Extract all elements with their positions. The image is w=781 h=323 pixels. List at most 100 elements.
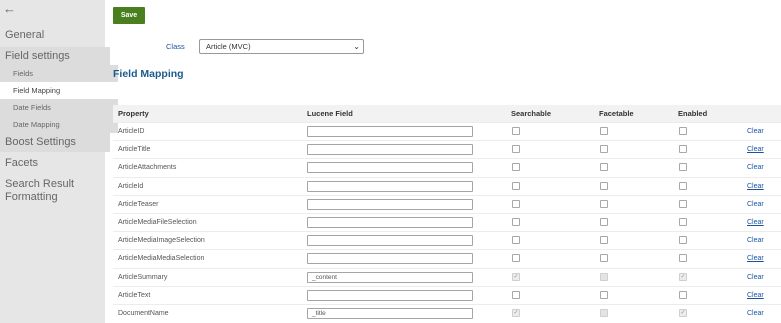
table-row: ArticleSummary _content ✓ ✓ Clear — [113, 267, 781, 286]
facetable-checkbox[interactable] — [600, 181, 608, 190]
clear-link[interactable]: Clear — [747, 201, 764, 208]
table-row: ArticleMediaMediaSelection Clear — [113, 249, 781, 267]
searchable-checkbox[interactable] — [512, 181, 520, 190]
facetable-checkbox[interactable] — [600, 309, 608, 317]
facetable-checkbox[interactable] — [600, 290, 608, 299]
searchable-checkbox[interactable] — [512, 199, 520, 208]
clear-link[interactable]: Clear — [747, 255, 764, 262]
enabled-checkbox[interactable]: ✓ — [679, 309, 687, 317]
facetable-checkbox[interactable] — [600, 254, 608, 263]
facetable-checkbox[interactable] — [600, 127, 608, 135]
lucene-field-input[interactable] — [307, 289, 473, 301]
lucene-field-input[interactable] — [307, 253, 473, 265]
table-row: DocumentName _title ✓ ✓ Clear — [113, 304, 781, 322]
searchable-checkbox[interactable] — [512, 218, 520, 226]
enabled-checkbox[interactable]: ✓ — [679, 272, 687, 281]
property-name: DocumentName — [118, 310, 169, 317]
sidebar-item-label: Boost Settings — [5, 136, 76, 148]
sidebar-item-label: Fields — [13, 69, 34, 78]
table-row: ArticleMediaImageSelection Clear — [113, 231, 781, 249]
save-button[interactable]: Save — [113, 7, 145, 24]
clear-link[interactable]: Clear — [747, 164, 764, 171]
lucene-field-input[interactable] — [307, 162, 473, 174]
sidebar-item-label: General — [5, 29, 45, 41]
clear-link[interactable]: Clear — [747, 146, 764, 153]
sidebar-item-date-fields[interactable]: Date Fields — [0, 99, 118, 116]
sidebar-item-fields[interactable]: Fields — [0, 65, 118, 82]
back-arrow-icon[interactable]: ← — [3, 2, 17, 15]
enabled-checkbox[interactable] — [679, 254, 687, 263]
facetable-checkbox[interactable] — [600, 199, 608, 208]
facetable-checkbox[interactable] — [600, 236, 608, 245]
table-row: ArticleMediaFileSelection Clear — [113, 213, 781, 231]
sidebar-item-label: Field Mapping — [13, 86, 61, 95]
searchable-checkbox[interactable]: ✓ — [512, 272, 520, 281]
sidebar-item-field-mapping[interactable]: Field Mapping — [0, 82, 118, 99]
sidebar-item-boost-settings[interactable]: Boost Settings — [0, 133, 110, 152]
table-row: ArticleID Clear — [113, 122, 781, 140]
clear-link[interactable]: Clear — [747, 183, 764, 190]
property-name: ArticleMediaFileSelection — [118, 219, 197, 226]
facetable-checkbox[interactable] — [600, 145, 608, 154]
facetable-checkbox[interactable] — [600, 218, 608, 226]
searchable-checkbox[interactable]: ✓ — [512, 309, 520, 317]
checkmark-icon: ✓ — [513, 273, 519, 280]
enabled-checkbox[interactable] — [679, 181, 687, 190]
searchable-checkbox[interactable] — [512, 236, 520, 245]
searchable-checkbox[interactable] — [512, 254, 520, 263]
clear-link[interactable]: Clear — [747, 219, 764, 226]
enabled-checkbox[interactable] — [679, 236, 687, 245]
class-select-value: Article (MVC) — [206, 42, 251, 51]
facetable-checkbox[interactable] — [600, 272, 608, 281]
property-name: ArticleTitle — [118, 146, 151, 154]
lucene-field-input[interactable] — [307, 198, 473, 210]
lucene-field-input[interactable] — [307, 180, 473, 192]
sidebar-item-date-mapping[interactable]: Date Mapping — [0, 116, 118, 133]
table-row: ArticleId Clear — [113, 176, 781, 195]
clear-link[interactable]: Clear — [747, 128, 764, 135]
searchable-checkbox[interactable] — [512, 145, 520, 154]
lucene-field-input[interactable] — [307, 144, 473, 156]
clear-link[interactable]: Clear — [747, 292, 764, 299]
property-name: ArticleAttachments — [118, 164, 177, 172]
sidebar-item-facets[interactable]: Facets — [0, 157, 110, 171]
table-row: ArticleTitle Clear — [113, 140, 781, 158]
sidebar-item-general[interactable]: General — [0, 29, 110, 43]
lucene-field-input[interactable] — [307, 217, 473, 228]
sidebar-item-label: Field settings — [5, 50, 70, 62]
header-property: Property — [118, 109, 149, 118]
enabled-checkbox[interactable] — [679, 127, 687, 135]
lucene-field-input[interactable] — [307, 126, 473, 137]
searchable-checkbox[interactable] — [512, 163, 520, 172]
header-facetable: Facetable — [599, 109, 634, 118]
enabled-checkbox[interactable] — [679, 218, 687, 226]
lucene-field-input[interactable] — [307, 235, 473, 247]
enabled-checkbox[interactable] — [679, 199, 687, 208]
checkmark-icon: ✓ — [680, 310, 686, 316]
clear-link[interactable]: Clear — [747, 310, 764, 317]
clear-link[interactable]: Clear — [747, 274, 764, 281]
facetable-checkbox[interactable] — [600, 163, 608, 172]
property-name: ArticleMediaMediaSelection — [118, 255, 205, 263]
property-name: ArticleSummary — [118, 273, 168, 281]
sidebar-item-label: Date Fields — [13, 103, 51, 112]
searchable-checkbox[interactable] — [512, 127, 520, 135]
class-select[interactable]: Article (MVC) ⌄ — [199, 39, 364, 54]
enabled-checkbox[interactable] — [679, 290, 687, 299]
sidebar-item-label: Facets — [5, 157, 39, 169]
lucene-field-input[interactable]: _content — [307, 271, 473, 283]
sidebar-item-label: Search Result Formatting — [5, 178, 75, 203]
enabled-checkbox[interactable] — [679, 163, 687, 172]
sidebar-item-search-result-formatting[interactable]: Search Result Formatting — [0, 178, 95, 204]
lucene-field-input[interactable]: _title — [307, 308, 473, 319]
sidebar-item-field-settings[interactable]: Field settings — [0, 47, 110, 65]
checkmark-icon: ✓ — [513, 310, 519, 316]
property-name: ArticleId — [118, 182, 144, 190]
enabled-checkbox[interactable] — [679, 145, 687, 154]
property-name: ArticleTeaser — [118, 200, 159, 208]
searchable-checkbox[interactable] — [512, 290, 520, 299]
table-row: ArticleTeaser Clear — [113, 194, 781, 213]
clear-link[interactable]: Clear — [747, 237, 764, 244]
property-name: ArticleMediaImageSelection — [118, 237, 205, 245]
table-row: ArticleText Clear — [113, 285, 781, 304]
